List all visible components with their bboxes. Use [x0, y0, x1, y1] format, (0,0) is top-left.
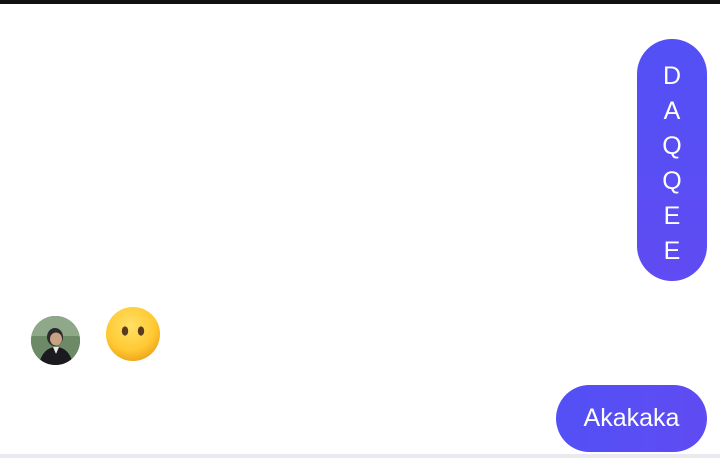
face-without-mouth-icon: [106, 307, 160, 361]
outgoing-message-bubble[interactable]: D A Q Q E E: [637, 39, 707, 281]
message-text: Akakaka: [583, 404, 680, 432]
contact-avatar[interactable]: [31, 316, 80, 365]
message-char: E: [663, 202, 681, 230]
message-char: A: [663, 97, 681, 125]
message-char: Q: [662, 167, 682, 195]
composer-top-border: [0, 454, 720, 458]
chat-thread[interactable]: D A Q Q E E Akakaka: [0, 4, 720, 454]
outgoing-message-bubble-last[interactable]: Akakaka: [556, 385, 707, 452]
face-without-mouth-emoji[interactable]: [104, 305, 162, 363]
message-char: Q: [662, 132, 682, 160]
message-char: E: [663, 237, 681, 265]
avatar-photo: [31, 316, 80, 365]
message-char: D: [662, 62, 682, 90]
